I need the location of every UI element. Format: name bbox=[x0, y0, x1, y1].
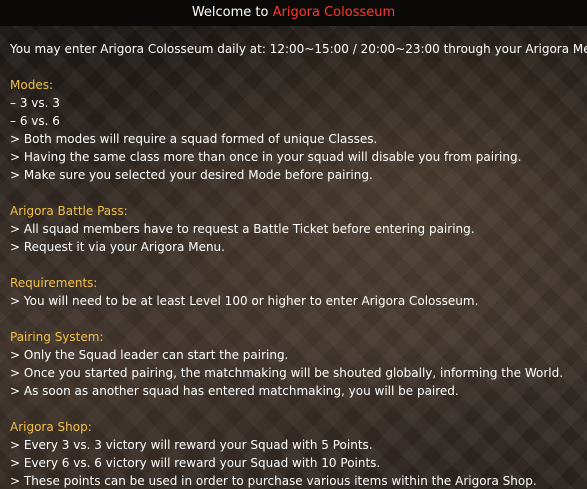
notice-panel: Welcome to Arigora Colosseum You may ent… bbox=[0, 0, 587, 489]
section-heading-modes: Modes: bbox=[10, 78, 53, 92]
list-item: > Both modes will require a squad formed… bbox=[10, 132, 378, 146]
list-item: > Every 3 vs. 3 victory will reward your… bbox=[10, 438, 373, 452]
section-heading-pairing-system: Pairing System: bbox=[10, 330, 104, 344]
intro-text: You may enter Arigora Colosseum daily at… bbox=[10, 42, 587, 56]
list-item: > Request it via your Arigora Menu. bbox=[10, 240, 225, 254]
list-item: > Only the Squad leader can start the pa… bbox=[10, 348, 289, 362]
list-item: > As soon as another squad has entered m… bbox=[10, 384, 459, 398]
list-item: > Make sure you selected your desired Mo… bbox=[10, 168, 373, 182]
notice-body: You may enter Arigora Colosseum daily at… bbox=[10, 40, 587, 489]
list-item: > All squad members have to request a Ba… bbox=[10, 222, 475, 236]
title-highlight: Arigora Colosseum bbox=[272, 5, 396, 20]
list-item: > Once you started pairing, the matchmak… bbox=[10, 366, 564, 380]
title-prefix: Welcome to bbox=[191, 5, 273, 20]
list-item: > Having the same class more than once i… bbox=[10, 150, 522, 164]
section-heading-shop: Arigora Shop: bbox=[10, 420, 92, 434]
section-heading-requirements: Requirements: bbox=[10, 276, 98, 290]
list-item: – 3 vs. 3 bbox=[10, 96, 60, 110]
list-item: > You will need to be at least Level 100… bbox=[10, 294, 479, 308]
list-item: – 6 vs. 6 bbox=[10, 114, 60, 128]
panel-title: Welcome to Arigora Colosseum bbox=[0, 6, 587, 20]
list-item: > Every 6 vs. 6 victory will reward your… bbox=[10, 456, 381, 470]
list-item: > These points can be used in order to p… bbox=[10, 474, 537, 488]
section-heading-battle-pass: Arigora Battle Pass: bbox=[10, 204, 128, 218]
